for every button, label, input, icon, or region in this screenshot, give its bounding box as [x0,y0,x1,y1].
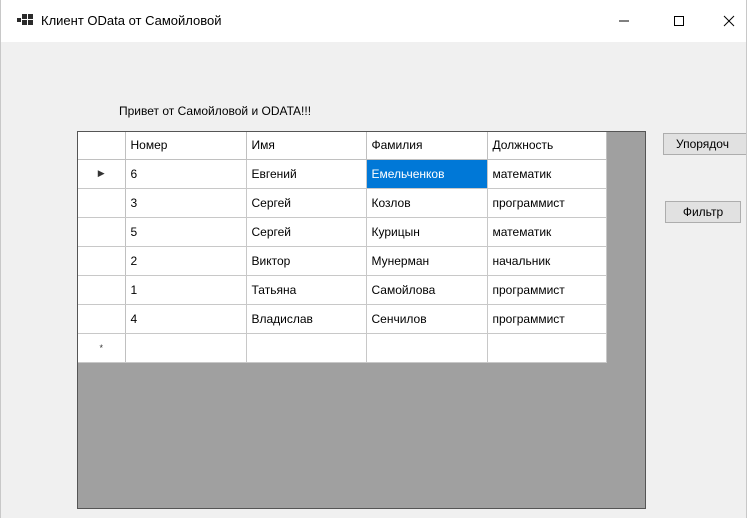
app-form-icon [17,14,33,26]
cell-last-name[interactable]: Самойлова [366,275,488,305]
cell-position[interactable]: программист [487,275,607,305]
cell-last-name[interactable]: Мунерман [366,246,488,276]
column-header-position[interactable]: Должность [487,132,607,160]
current-row-indicator-icon[interactable]: ▶ [78,159,126,189]
new-cell-last-name[interactable] [366,333,488,363]
maximize-button[interactable] [656,0,702,42]
cell-position[interactable]: начальник [487,246,607,276]
filter-button[interactable]: Фильтр [665,201,741,223]
cell-position[interactable]: программист [487,188,607,218]
cell-first-name[interactable]: Владислав [246,304,367,334]
window-title: Клиент OData от Самойловой [41,13,222,28]
main-window: Клиент OData от Самойловой Привет от Сам… [0,0,747,518]
cell-first-name[interactable]: Татьяна [246,275,367,305]
table-row[interactable]: 5 Сергей Курицын математик [78,217,607,247]
new-row-indicator-icon[interactable]: * [78,333,126,363]
table-row[interactable]: 4 Владислав Сенчилов программист [78,304,607,334]
minimize-button[interactable] [601,0,647,42]
new-cell-number[interactable] [125,333,247,363]
row-header[interactable] [78,275,126,305]
row-header[interactable] [78,188,126,218]
greeting-label: Привет от Самойловой и ODATA!!! [119,104,312,118]
column-header-number[interactable]: Номер [125,132,247,160]
cell-first-name[interactable]: Сергей [246,217,367,247]
cell-last-name[interactable]: Емельченков [366,159,488,189]
data-grid-table: Номер Имя Фамилия Должность ▶ 6 Евгений … [78,132,607,363]
cell-number[interactable]: 3 [125,188,247,218]
cell-last-name[interactable]: Козлов [366,188,488,218]
cell-number[interactable]: 1 [125,275,247,305]
table-row[interactable]: 3 Сергей Козлов программист [78,188,607,218]
close-button[interactable] [706,0,746,42]
sort-button[interactable]: Упорядоч [663,133,746,155]
minimize-icon [619,20,629,22]
cell-last-name[interactable]: Курицын [366,217,488,247]
table-row[interactable]: 1 Татьяна Самойлова программист [78,275,607,305]
row-header[interactable] [78,246,126,276]
cell-number[interactable]: 5 [125,217,247,247]
table-row[interactable]: ▶ 6 Евгений Емельченков математик [78,159,607,189]
column-header-last-name[interactable]: Фамилия [366,132,488,160]
corner-header[interactable] [78,132,126,160]
new-row[interactable]: * [78,333,607,363]
cell-first-name[interactable]: Виктор [246,246,367,276]
cell-position[interactable]: программист [487,304,607,334]
cell-last-name[interactable]: Сенчилов [366,304,488,334]
cell-first-name[interactable]: Евгений [246,159,367,189]
close-icon [723,15,735,27]
title-bar[interactable]: Клиент OData от Самойловой [1,0,746,42]
row-header[interactable] [78,217,126,247]
cell-number[interactable]: 4 [125,304,247,334]
cell-number[interactable]: 2 [125,246,247,276]
employees-data-grid[interactable]: Номер Имя Фамилия Должность ▶ 6 Евгений … [77,131,646,509]
cell-first-name[interactable]: Сергей [246,188,367,218]
new-cell-position[interactable] [487,333,607,363]
maximize-icon [674,16,684,26]
cell-number[interactable]: 6 [125,159,247,189]
header-row: Номер Имя Фамилия Должность [78,132,607,160]
row-header[interactable] [78,304,126,334]
cell-position[interactable]: математик [487,217,607,247]
column-header-first-name[interactable]: Имя [246,132,367,160]
new-cell-first-name[interactable] [246,333,367,363]
cell-position[interactable]: математик [487,159,607,189]
table-row[interactable]: 2 Виктор Мунерман начальник [78,246,607,276]
